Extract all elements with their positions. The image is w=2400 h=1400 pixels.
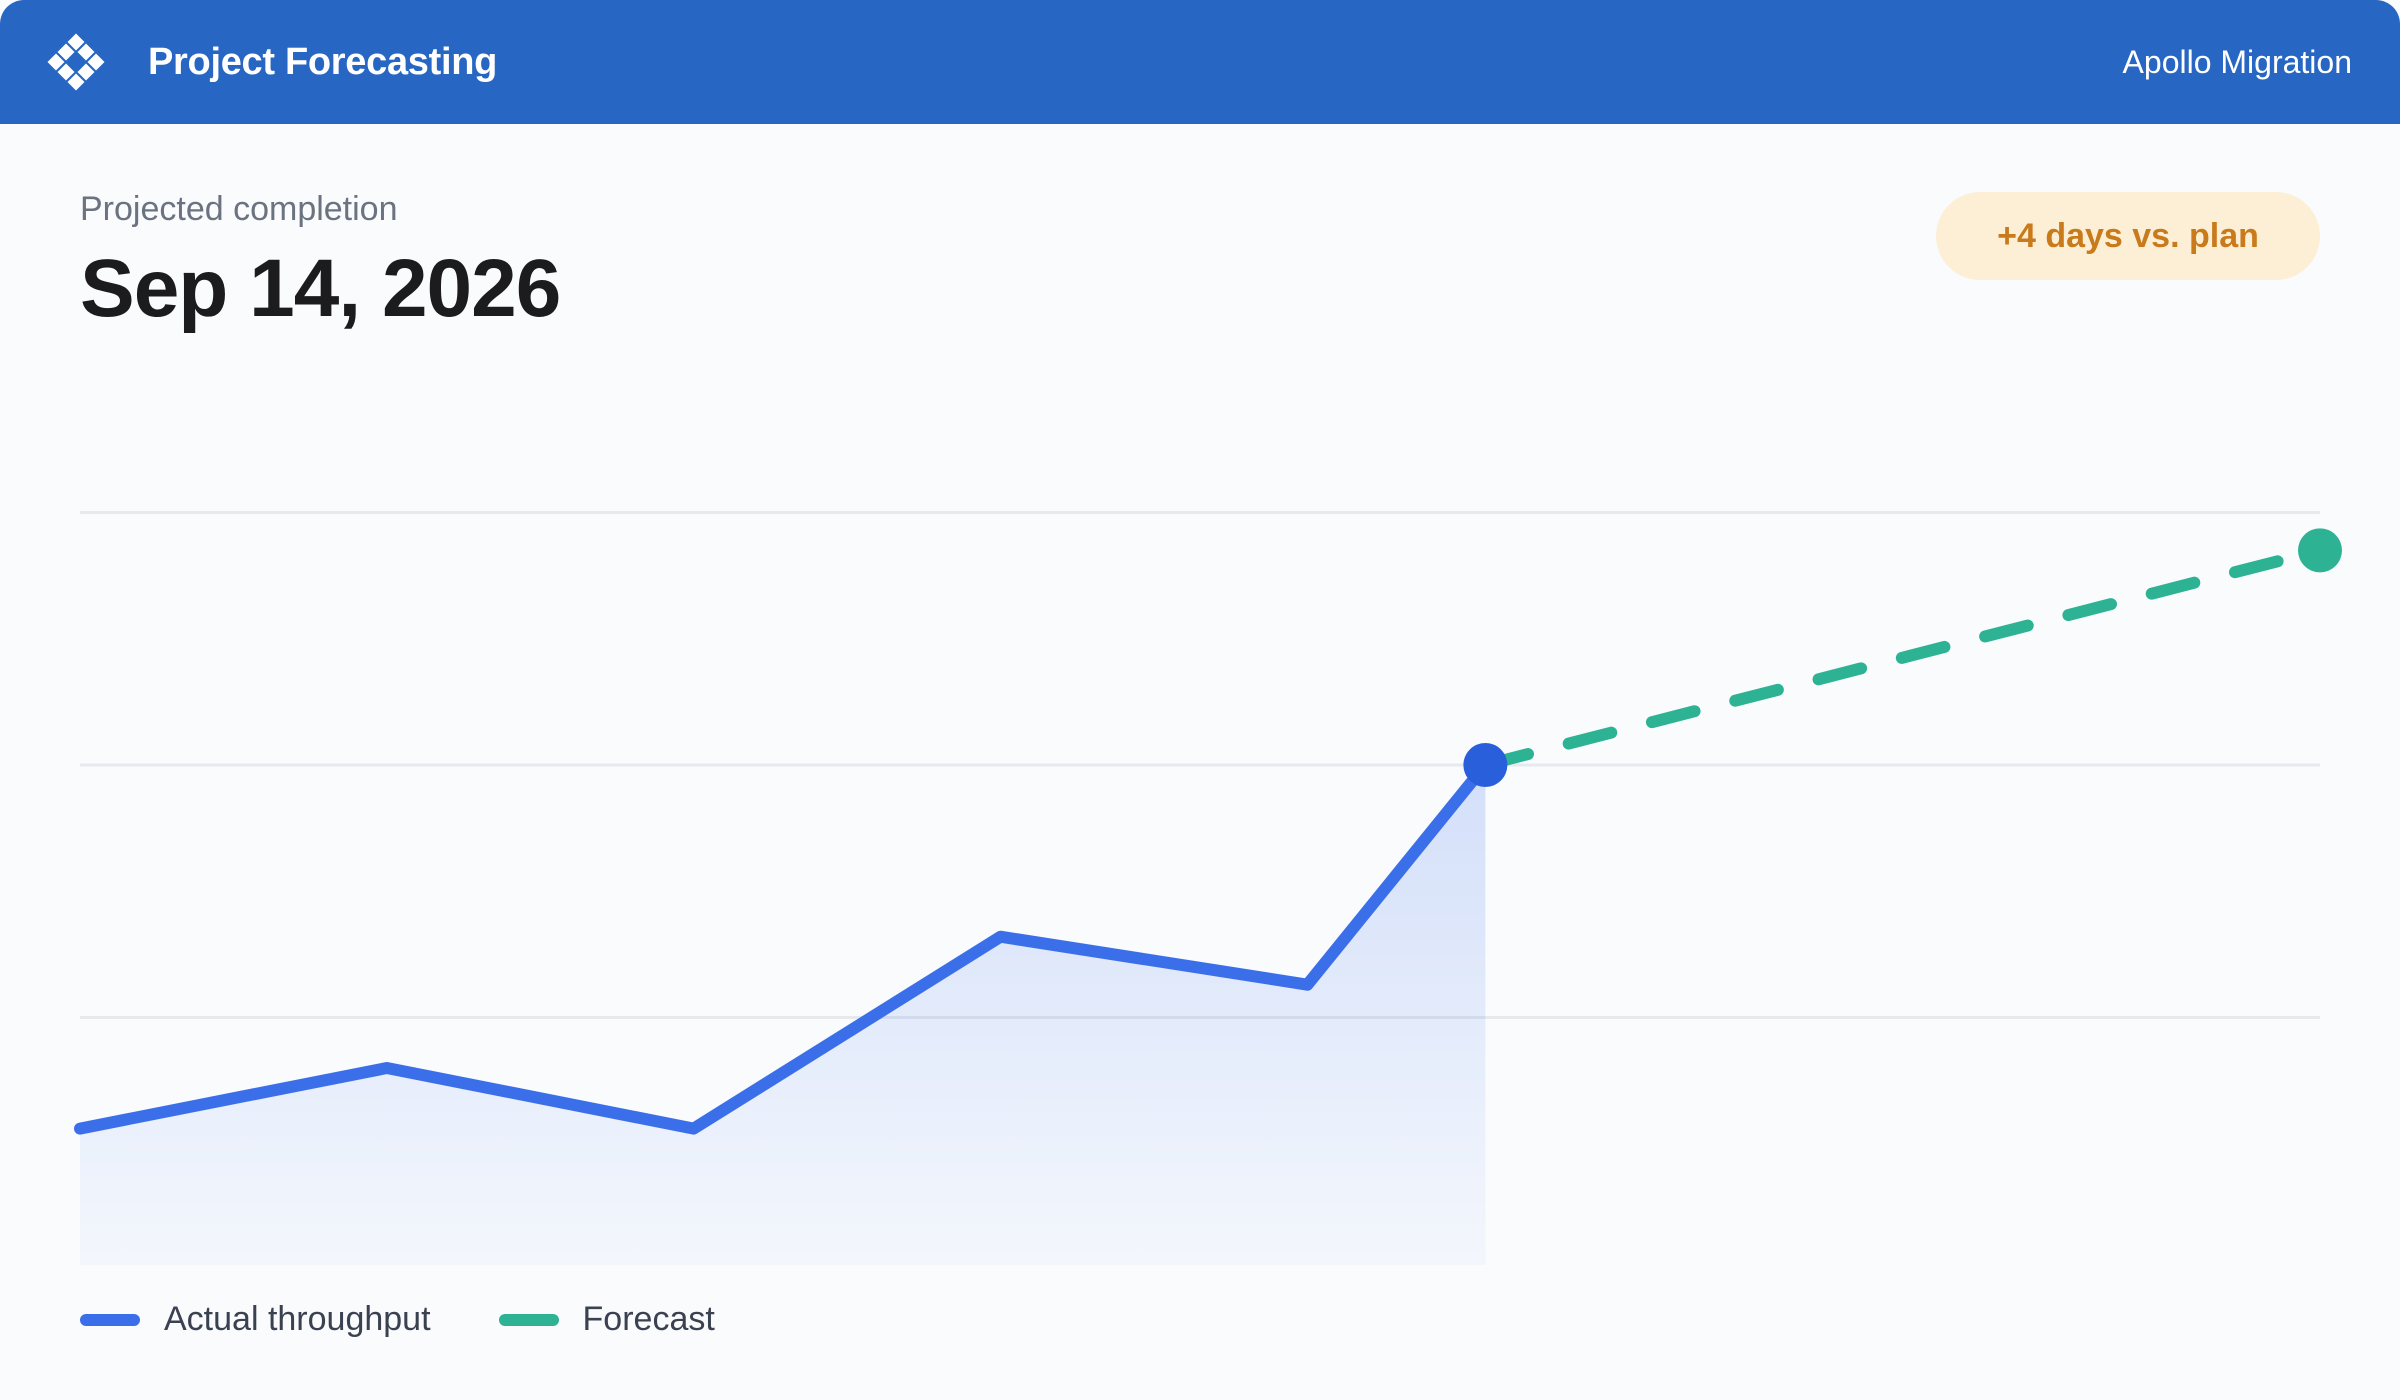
legend-swatch-forecast — [498, 1313, 559, 1326]
forecast-app: Project Forecasting Apollo Migration Pro… — [0, 0, 2400, 1400]
forecast-series-line — [1479, 544, 2326, 771]
legend-item-actual[interactable]: Actual throughput — [80, 1300, 431, 1339]
legend-item-forecast[interactable]: Forecast — [498, 1300, 715, 1339]
forecast-end-point — [2298, 528, 2342, 573]
legend-swatch-actual — [80, 1313, 140, 1326]
throughput-forecast-chart — [74, 511, 2342, 1265]
actual-latest-point — [1463, 743, 1508, 787]
legend-label-actual: Actual throughput — [164, 1300, 431, 1338]
legend-label-forecast: Forecast — [582, 1300, 715, 1338]
actual-throughput-area — [80, 765, 1486, 1265]
chart-legend: Actual throughput Forecast — [80, 1300, 783, 1339]
